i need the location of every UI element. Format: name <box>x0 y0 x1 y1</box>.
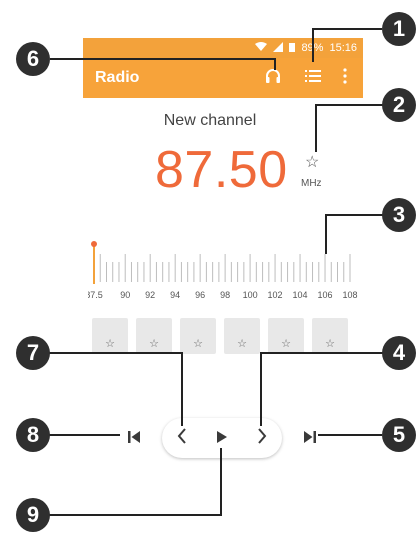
channel-name: New channel <box>163 112 257 129</box>
star-icon: ☆ <box>193 338 203 350</box>
frequency-unit: MHz <box>301 178 322 189</box>
callout-line-2 <box>315 104 383 106</box>
callout-9: 9 <box>16 498 50 532</box>
callout-7: 7 <box>16 336 50 370</box>
tuner-scale[interactable]: 87.5 90 92 94 96 98 100 102 104 106 108 <box>85 240 358 310</box>
app-bar: Radio <box>83 58 363 98</box>
tuner-label: 102 <box>268 290 283 300</box>
star-icon: ☆ <box>105 338 115 350</box>
callout-4: 4 <box>382 336 416 370</box>
wifi-icon <box>255 41 268 55</box>
callout-line-4 <box>260 352 383 354</box>
tuner-label: 94 <box>170 290 180 300</box>
star-icon: ☆ <box>281 338 291 350</box>
playback-controls <box>162 418 282 458</box>
skip-next-icon <box>302 430 318 449</box>
tuner-label: 106 <box>318 290 333 300</box>
star-icon: ☆ <box>237 338 247 350</box>
preset-slot[interactable]: ☆ <box>268 318 304 354</box>
preset-slot[interactable]: ☆ <box>312 318 348 354</box>
callout-line-1-vertical <box>312 28 314 62</box>
app-title: Radio <box>95 69 140 86</box>
next-frequency-button[interactable] <box>250 426 274 450</box>
frequency-display: 87.50 <box>155 141 288 199</box>
callout-line-9 <box>48 514 222 516</box>
station-list-button[interactable] <box>301 66 325 90</box>
callout-6: 6 <box>16 42 50 76</box>
tuner-label: 87.5 <box>88 290 103 300</box>
tuner-label: 98 <box>220 290 230 300</box>
star-icon: ☆ <box>149 338 159 350</box>
tuner-label: 104 <box>293 290 308 300</box>
callout-3: 3 <box>382 198 416 232</box>
callout-line-3-vertical <box>325 214 327 254</box>
favorite-star-icon[interactable]: ☆ <box>305 152 319 172</box>
play-button[interactable] <box>210 426 234 450</box>
tuner-label: 90 <box>120 290 130 300</box>
callout-line-8 <box>48 434 120 436</box>
preset-slot[interactable]: ☆ <box>180 318 216 354</box>
callout-8: 8 <box>16 418 50 452</box>
callout-line-6 <box>50 58 275 60</box>
prev-frequency-button[interactable] <box>170 426 194 450</box>
status-bar: 89% 15:16 <box>83 38 363 58</box>
tuner-svg: 87.5 90 92 94 96 98 100 102 104 106 108 <box>85 241 358 300</box>
headphones-icon <box>264 67 282 90</box>
tuner-label: 92 <box>145 290 155 300</box>
skip-next-button[interactable] <box>298 427 322 451</box>
chevron-right-icon <box>257 427 267 449</box>
chevron-left-icon <box>177 427 187 449</box>
callout-line-4-vertical <box>260 352 262 426</box>
clock: 15:16 <box>329 42 357 54</box>
callout-line-1 <box>312 28 382 30</box>
callout-line-6-vertical <box>274 58 276 70</box>
more-options-button[interactable] <box>333 66 357 90</box>
preset-row: ☆ ☆ ☆ ☆ ☆ ☆ <box>92 318 354 354</box>
callout-2: 2 <box>382 88 416 122</box>
callout-line-7-vertical <box>181 352 183 426</box>
preset-slot[interactable]: ☆ <box>224 318 260 354</box>
tuner-label: 108 <box>342 290 357 300</box>
battery-icon <box>289 42 296 55</box>
skip-previous-icon <box>126 430 142 449</box>
signal-icon <box>273 41 284 55</box>
tuner-label: 96 <box>195 290 205 300</box>
list-icon <box>305 69 321 88</box>
callout-5: 5 <box>382 418 416 452</box>
callout-line-2-vertical <box>315 104 317 152</box>
preset-slot[interactable]: ☆ <box>136 318 172 354</box>
callout-line-5 <box>318 434 382 436</box>
preset-slot[interactable]: ☆ <box>92 318 128 354</box>
skip-previous-button[interactable] <box>122 427 146 451</box>
star-icon: ☆ <box>325 338 335 350</box>
callout-line-9-vertical <box>220 448 222 516</box>
callout-line-3 <box>325 214 383 216</box>
more-vert-icon <box>343 67 347 89</box>
callout-1: 1 <box>382 12 416 46</box>
callout-line-7 <box>48 352 183 354</box>
tuner-indicator-dot <box>91 241 97 247</box>
tuner-label: 100 <box>243 290 258 300</box>
play-icon <box>216 428 228 449</box>
headphones-button[interactable] <box>261 66 285 90</box>
